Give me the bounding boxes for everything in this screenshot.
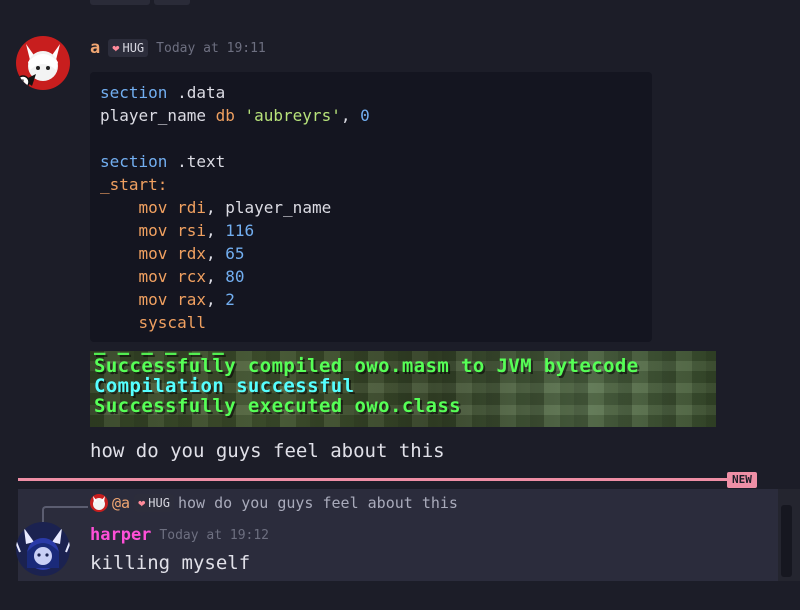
code-line: syscall [100, 311, 642, 334]
code-line: player_name db 'aubreyrs', 0 [100, 104, 642, 127]
code-token: , [205, 290, 226, 309]
reply-user-tag-label: HUG [148, 496, 170, 510]
message-header: a ❤ HUG Today at 19:11 [90, 38, 266, 58]
avatar[interactable] [16, 522, 70, 576]
code-token: .text [167, 152, 226, 171]
scrollbar-thumb[interactable] [781, 505, 792, 577]
heart-icon: ❤ [112, 41, 120, 55]
code-token: 65 [225, 244, 245, 263]
code-token: mov [138, 221, 168, 240]
code-token: mov [138, 267, 168, 286]
code-token: section [100, 152, 168, 171]
code-line: mov rax, 2 [100, 288, 642, 311]
code-token: rax [177, 290, 206, 309]
image-text-line: Successfully executed owo.class [94, 395, 462, 417]
code-token: player_name [100, 106, 216, 125]
code-token: 2 [225, 290, 235, 309]
code-token: , [205, 267, 226, 286]
message-header: harper Today at 19:12 [90, 525, 269, 545]
svg-text:1: 1 [20, 79, 26, 89]
code-token: , player_name [205, 198, 332, 217]
code-token: 0 [360, 106, 370, 125]
new-badge: NEW [727, 472, 757, 488]
code-block: section .data player_name db 'aubreyrs', … [90, 72, 652, 342]
reply-reference[interactable]: @a ❤ HUG how do you guys feel about this [90, 494, 458, 512]
code-token: rdi [177, 198, 206, 217]
code-token: rsi [177, 221, 206, 240]
code-token: mov [138, 198, 168, 217]
code-token: rdx [177, 244, 206, 263]
code-token: section [100, 83, 168, 102]
code-token: syscall [138, 313, 206, 332]
previous-message-stub [90, 0, 150, 5]
code-token: 'aubreyrs' [244, 106, 341, 125]
code-line: mov rsi, 116 [100, 219, 642, 242]
new-messages-divider [18, 478, 742, 481]
code-token: mov [138, 290, 168, 309]
code-token: rcx [177, 267, 206, 286]
heart-icon: ❤ [138, 496, 146, 510]
timestamp[interactable]: Today at 19:12 [159, 528, 269, 543]
message-text: killing myself [90, 552, 251, 574]
attachment-image[interactable]: — — — — — — Successfully compiled owo.ma… [90, 351, 716, 427]
code-token: mov [138, 244, 168, 263]
user-tag-label: HUG [122, 41, 145, 55]
code-token: db [215, 106, 235, 125]
code-token: .data [167, 83, 226, 102]
code-line: mov rcx, 80 [100, 265, 642, 288]
code-line: mov rdi, player_name [100, 196, 642, 219]
user-tag[interactable]: ❤ HUG [108, 39, 149, 57]
reply-user-tag: ❤ HUG [134, 494, 174, 512]
code-line: _start: [100, 173, 642, 196]
code-token: , [340, 106, 361, 125]
code-token: , [205, 221, 226, 240]
reply-preview-text[interactable]: how do you guys feel about this [178, 494, 458, 512]
code-token: 80 [225, 267, 245, 286]
code-line: section .text [100, 150, 642, 173]
code-token: , [205, 244, 226, 263]
reply-spine [42, 506, 88, 522]
previous-message-stub [154, 0, 190, 5]
timestamp[interactable]: Today at 19:11 [156, 41, 266, 56]
image-text-line: Successfully compiled owo.masm to JVM by… [94, 355, 639, 377]
reply-avatar [90, 494, 108, 512]
code-line: section .data [100, 81, 642, 104]
image-text-line: Compilation successful [94, 375, 355, 397]
reply-mention[interactable]: @a [112, 494, 130, 512]
code-line: mov rdx, 65 [100, 242, 642, 265]
avatar[interactable]: 1 [16, 36, 70, 90]
author-name[interactable]: a [90, 38, 100, 58]
code-token: 116 [225, 221, 255, 240]
message-text: how do you guys feel about this [90, 440, 445, 462]
code-token: _start: [100, 175, 168, 194]
author-name[interactable]: harper [90, 525, 151, 545]
